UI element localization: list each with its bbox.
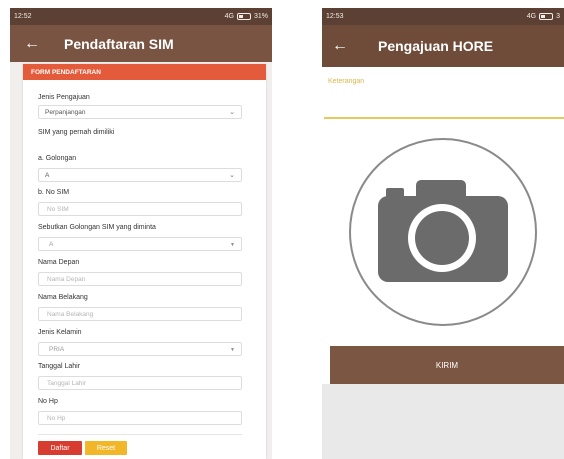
daftar-button[interactable]: Daftar — [38, 441, 82, 455]
golongan-diminta-label: Sebutkan Golongan SIM yang diminta — [38, 224, 156, 231]
phone-pendaftaran-sim: 12:52 4G 31% ← Pendaftaran SIM FORM PEND… — [10, 8, 272, 459]
jenis-kelamin-label: Jenis Kelamin — [38, 329, 82, 336]
keterangan-input-underline[interactable] — [324, 117, 564, 119]
jenis-kelamin-select[interactable]: PRIA ▼ — [38, 342, 242, 356]
camera-icon[interactable] — [374, 174, 512, 286]
divider — [38, 434, 242, 435]
app-bar: ← Pengajuan HORE — [322, 25, 564, 67]
battery-level: 31% — [253, 13, 268, 20]
nama-depan-input[interactable]: Nama Depan — [38, 272, 242, 286]
page-title: Pengajuan HORE — [378, 38, 494, 54]
app-bar: ← Pendaftaran SIM — [10, 25, 272, 62]
status-time: 12:52 — [14, 13, 32, 20]
no-sim-label: b. No SIM — [38, 189, 70, 196]
arrow-left-icon[interactable]: ← — [332, 37, 358, 55]
chevron-down-icon: ⌄ — [229, 109, 235, 116]
status-bar: 12:53 4G 3 — [322, 8, 564, 25]
dropdown-triangle-icon: ▼ — [230, 347, 235, 353]
sim-dimiliki-label: SIM yang pernah dimiliki — [38, 129, 115, 136]
reset-button[interactable]: Reset — [85, 441, 127, 455]
phone-pengajuan-hore: 12:53 4G 3 ← Pengajuan HORE Keterangan K… — [322, 8, 564, 459]
arrow-left-icon[interactable]: ← — [24, 35, 50, 53]
nama-belakang-label: Nama Belakang — [38, 294, 88, 301]
golongan-diminta-select[interactable]: A ▼ — [38, 237, 242, 251]
form-header: FORM PENDAFTARAN — [23, 64, 266, 80]
dropdown-triangle-icon: ▼ — [230, 242, 235, 248]
golongan-label: a. Golongan — [38, 155, 77, 162]
battery-icon — [236, 13, 251, 20]
jenis-pengajuan-select[interactable]: Perpanjangan ⌄ — [38, 105, 242, 119]
no-hp-label: No Hp — [38, 398, 58, 405]
nama-depan-label: Nama Depan — [38, 259, 80, 266]
tanggal-lahir-label: Tanggal Lahir — [38, 363, 81, 370]
bottom-area — [322, 384, 564, 459]
registration-form: FORM PENDAFTARAN Jenis Pengajuan Perpanj… — [23, 64, 266, 459]
keterangan-label: Keterangan — [328, 78, 365, 85]
network-label: 4G — [224, 13, 234, 20]
no-sim-input[interactable]: No SIM — [38, 202, 242, 216]
page-title: Pendaftaran SIM — [64, 35, 174, 52]
network-label: 4G — [526, 13, 537, 20]
status-bar: 12:52 4G 31% — [10, 8, 272, 25]
golongan-select[interactable]: A ⌄ — [38, 168, 242, 182]
kirim-button[interactable]: KIRIM — [330, 346, 564, 384]
no-hp-input[interactable]: No Hp — [38, 411, 242, 425]
nama-belakang-input[interactable]: Nama Belakang — [38, 307, 242, 321]
chevron-down-icon: ⌄ — [229, 172, 235, 179]
battery-icon — [539, 13, 554, 20]
battery-level: 3 — [556, 13, 560, 20]
tanggal-lahir-input[interactable]: Tanggal Lahir — [38, 376, 242, 390]
jenis-pengajuan-label: Jenis Pengajuan — [38, 94, 90, 101]
status-time: 12:53 — [326, 13, 344, 20]
